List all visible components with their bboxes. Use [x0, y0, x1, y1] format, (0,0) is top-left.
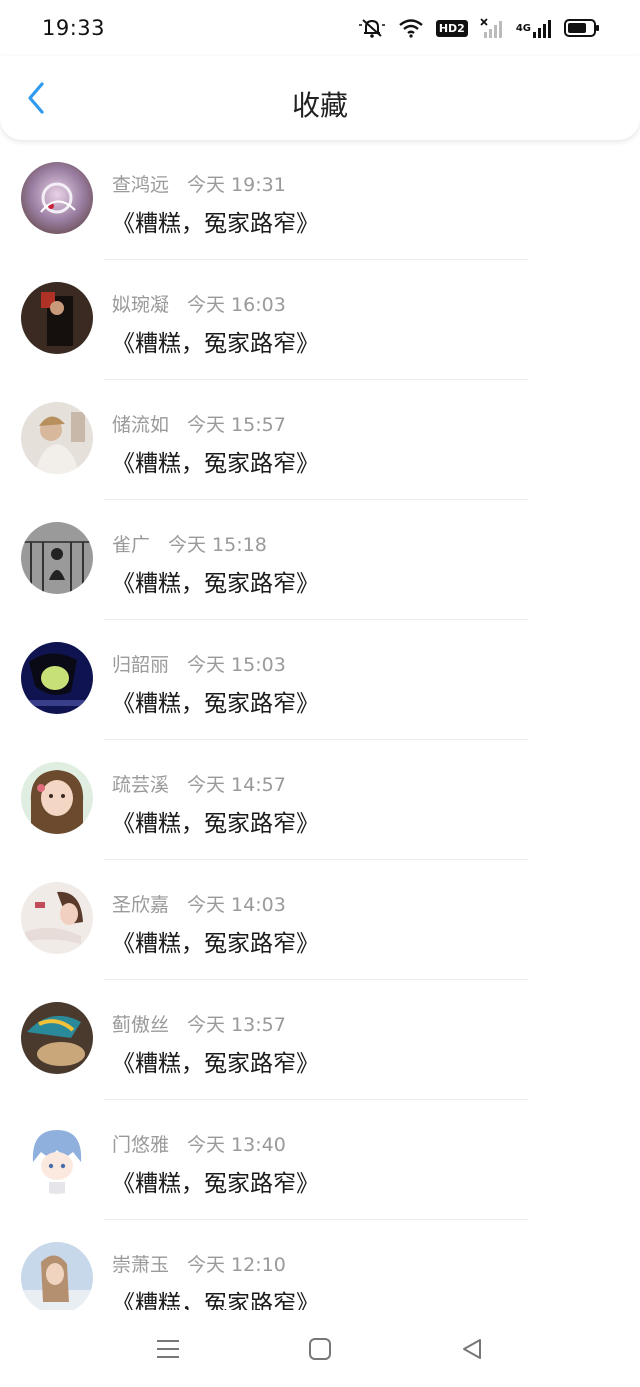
- list-item[interactable]: 圣欣嘉 今天 14:03 《糟糕，冤家路窄》: [0, 860, 640, 980]
- hd-icon: HD2: [435, 19, 468, 37]
- item-time: 今天 12:10: [187, 1254, 286, 1276]
- avatar: [21, 1122, 93, 1194]
- avatar: [21, 522, 93, 594]
- avatar: [21, 762, 93, 834]
- item-time: 今天 14:03: [187, 894, 286, 916]
- home-square-icon: [309, 1338, 331, 1360]
- item-author: 圣欣嘉: [112, 894, 170, 916]
- item-meta: 姒琬凝 今天 16:03: [112, 290, 286, 317]
- item-author: 蓟傲丝: [112, 1014, 170, 1036]
- list-item[interactable]: 疏芸溪 今天 14:57 《糟糕，冤家路窄》: [0, 740, 640, 860]
- item-title: 《糟糕，冤家路窄》: [112, 451, 319, 477]
- item-meta: 查鸿远 今天 19:31: [112, 170, 286, 197]
- item-meta: 崇萧玉 今天 12:10: [112, 1250, 286, 1277]
- item-time: 今天 15:18: [168, 534, 267, 556]
- avatar: [21, 162, 93, 234]
- battery-icon: [564, 18, 600, 38]
- list-item[interactable]: 归韶丽 今天 15:03 《糟糕，冤家路窄》: [0, 620, 640, 740]
- system-nav-bar: [0, 1310, 640, 1387]
- item-meta: 疏芸溪 今天 14:57: [112, 770, 286, 797]
- status-bar: 19:33 HD2 4G: [0, 0, 640, 56]
- item-time: 今天 19:31: [187, 174, 286, 196]
- item-time: 今天 13:40: [187, 1134, 286, 1156]
- back-nav-button[interactable]: [452, 1332, 492, 1366]
- item-author: 崇萧玉: [112, 1254, 170, 1276]
- item-meta: 蓟傲丝 今天 13:57: [112, 1010, 286, 1037]
- item-author: 雀广: [112, 534, 151, 556]
- avatar: [21, 642, 93, 714]
- item-time: 今天 15:03: [187, 654, 286, 676]
- avatar: [21, 882, 93, 954]
- item-time: 今天 15:57: [187, 414, 286, 436]
- item-author: 姒琬凝: [112, 294, 170, 316]
- item-title: 《糟糕，冤家路窄》: [112, 691, 319, 717]
- item-title: 《糟糕，冤家路窄》: [112, 1171, 319, 1197]
- list-item[interactable]: 崇萧玉 今天 12:10 《糟糕，冤家路窄》: [0, 1220, 640, 1310]
- status-icons: HD2 4G: [358, 17, 600, 39]
- menu-icon: [157, 1340, 179, 1358]
- menu-button[interactable]: [148, 1332, 188, 1366]
- item-meta: 储流如 今天 15:57: [112, 410, 286, 437]
- page-title: 收藏: [291, 89, 348, 122]
- status-time: 19:33: [42, 16, 106, 40]
- list-item[interactable]: 雀广 今天 15:18 《糟糕，冤家路窄》: [0, 500, 640, 620]
- avatar: [21, 402, 93, 474]
- item-author: 查鸿远: [112, 174, 170, 196]
- item-meta: 圣欣嘉 今天 14:03: [112, 890, 286, 917]
- item-author: 储流如: [112, 414, 170, 436]
- header: 收藏: [0, 56, 640, 140]
- item-title: 《糟糕，冤家路窄》: [112, 571, 319, 597]
- favorites-list: 查鸿远 今天 19:31 《糟糕，冤家路窄》 姒琬凝 今天 16:03 《糟糕，冤家…: [0, 140, 640, 1310]
- item-meta: 门悠雅 今天 13:40: [112, 1130, 286, 1157]
- list-item[interactable]: 姒琬凝 今天 16:03 《糟糕，冤家路窄》: [0, 260, 640, 380]
- item-author: 归韶丽: [112, 654, 170, 676]
- item-title: 《糟糕，冤家路窄》: [112, 931, 319, 957]
- list-item[interactable]: 储流如 今天 15:57 《糟糕，冤家路窄》: [0, 380, 640, 500]
- avatar: [21, 1242, 93, 1310]
- item-title: 《糟糕，冤家路窄》: [112, 331, 319, 357]
- item-title: 《糟糕，冤家路窄》: [112, 1051, 319, 1077]
- item-author: 门悠雅: [112, 1134, 170, 1156]
- network-label: 4G: [515, 22, 531, 34]
- signal-x-icon: [480, 18, 504, 38]
- back-triangle-icon: [463, 1339, 481, 1359]
- item-title: 《糟糕，冤家路窄》: [112, 1291, 319, 1310]
- item-time: 今天 14:57: [187, 774, 286, 796]
- signal-4g-icon: 4G: [516, 18, 552, 38]
- list-item[interactable]: 查鸿远 今天 19:31 《糟糕，冤家路窄》: [0, 140, 640, 260]
- item-meta: 雀广 今天 15:18: [112, 530, 267, 557]
- mute-bell-icon: [358, 17, 386, 39]
- list-item[interactable]: 蓟傲丝 今天 13:57 《糟糕，冤家路窄》: [0, 980, 640, 1100]
- avatar: [21, 282, 93, 354]
- home-button[interactable]: [300, 1332, 340, 1366]
- avatar: [21, 1002, 93, 1074]
- list-item[interactable]: 门悠雅 今天 13:40 《糟糕，冤家路窄》: [0, 1100, 640, 1220]
- wifi-icon: [398, 18, 424, 38]
- item-time: 今天 16:03: [187, 294, 286, 316]
- item-title: 《糟糕，冤家路窄》: [112, 211, 319, 237]
- item-author: 疏芸溪: [112, 774, 170, 796]
- item-meta: 归韶丽 今天 15:03: [112, 650, 286, 677]
- item-title: 《糟糕，冤家路窄》: [112, 811, 319, 837]
- item-time: 今天 13:57: [187, 1014, 286, 1036]
